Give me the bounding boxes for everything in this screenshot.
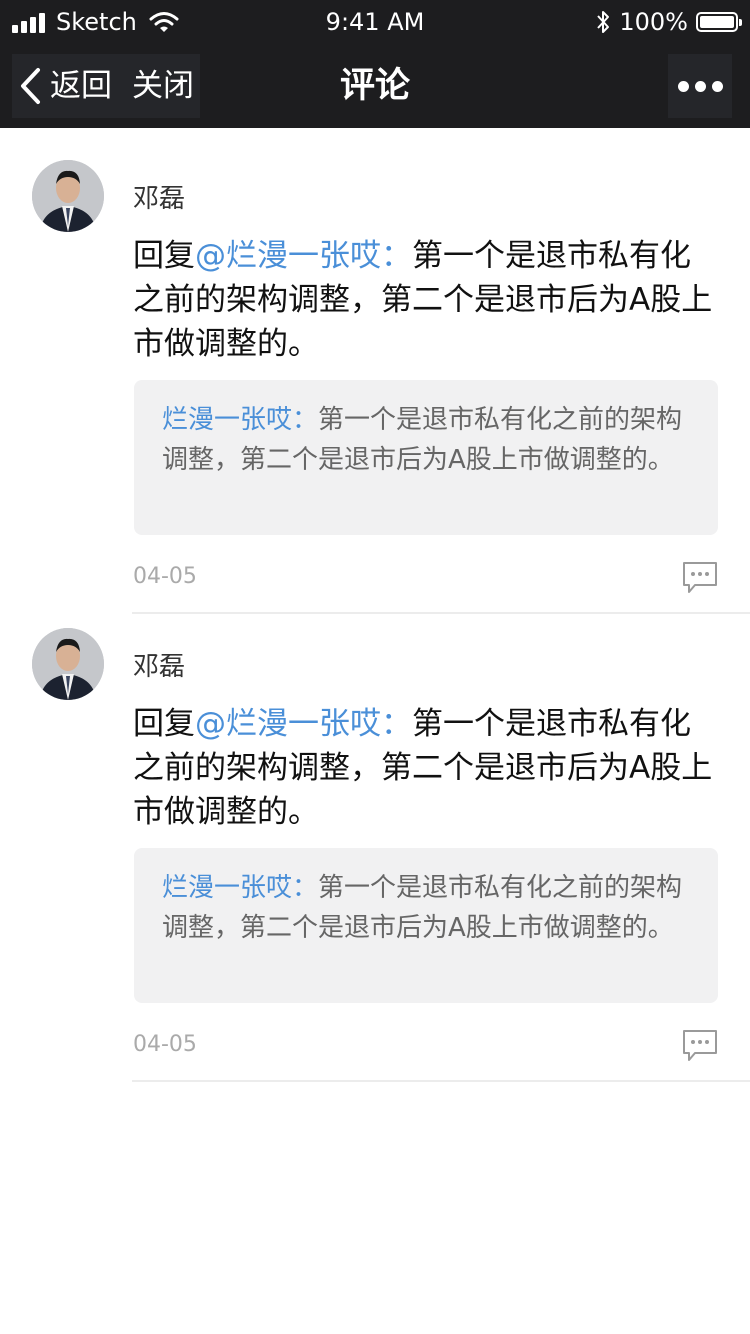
battery-icon — [696, 12, 742, 32]
top-bar: Sketch 9:41 AM 100% 返回 关闭 评论 — [0, 0, 750, 128]
status-right: 100% — [595, 8, 742, 36]
comment-author: 邓磊 — [133, 652, 186, 682]
mention-link[interactable]: @烂漫一张哎： — [195, 706, 412, 742]
status-bar: Sketch 9:41 AM 100% — [0, 0, 750, 44]
reply-prefix: 回复 — [133, 238, 195, 274]
divider — [132, 1080, 750, 1082]
mention-link[interactable]: @烂漫一张哎： — [195, 238, 412, 274]
quote-author-link[interactable]: 烂漫一张哎： — [162, 405, 318, 435]
avatar[interactable] — [32, 160, 104, 232]
battery-level — [700, 16, 734, 28]
quote-author-link[interactable]: 烂漫一张哎： — [162, 873, 318, 903]
battery-cap — [739, 19, 742, 26]
comment-date: 04-05 — [133, 564, 197, 589]
nav-bar: 返回 关闭 评论 — [0, 44, 750, 128]
comment-bubble-icon[interactable] — [681, 1028, 719, 1064]
quoted-comment: 烂漫一张哎：第一个是退市私有化之前的架构调整，第二个是退市后为A股上市做调整的。 — [134, 380, 718, 535]
avatar-image — [32, 160, 104, 232]
bluetooth-icon — [597, 11, 610, 33]
comment-body: 回复@烂漫一张哎：第一个是退市私有化之前的架构调整，第二个是退市后为A股上市做调… — [133, 234, 718, 366]
reply-prefix: 回复 — [133, 706, 195, 742]
battery-percent: 100% — [619, 8, 688, 36]
quoted-comment: 烂漫一张哎：第一个是退市私有化之前的架构调整，第二个是退市后为A股上市做调整的。 — [134, 848, 718, 1003]
comment-bubble-icon[interactable] — [681, 560, 719, 596]
comment-body: 回复@烂漫一张哎：第一个是退市私有化之前的架构调整，第二个是退市后为A股上市做调… — [133, 702, 718, 834]
avatar[interactable] — [32, 628, 104, 700]
avatar-image — [32, 628, 104, 700]
comment-item: 邓磊 回复@烂漫一张哎：第一个是退市私有化之前的架构调整，第二个是退市后为A股上… — [0, 596, 750, 1082]
comment-date: 04-05 — [133, 1032, 197, 1057]
comment-item: 邓磊 回复@烂漫一张哎：第一个是退市私有化之前的架构调整，第二个是退市后为A股上… — [0, 128, 750, 614]
more-dots-icon[interactable] — [668, 54, 732, 118]
comment-author: 邓磊 — [133, 184, 186, 214]
page-title: 评论 — [339, 66, 410, 106]
